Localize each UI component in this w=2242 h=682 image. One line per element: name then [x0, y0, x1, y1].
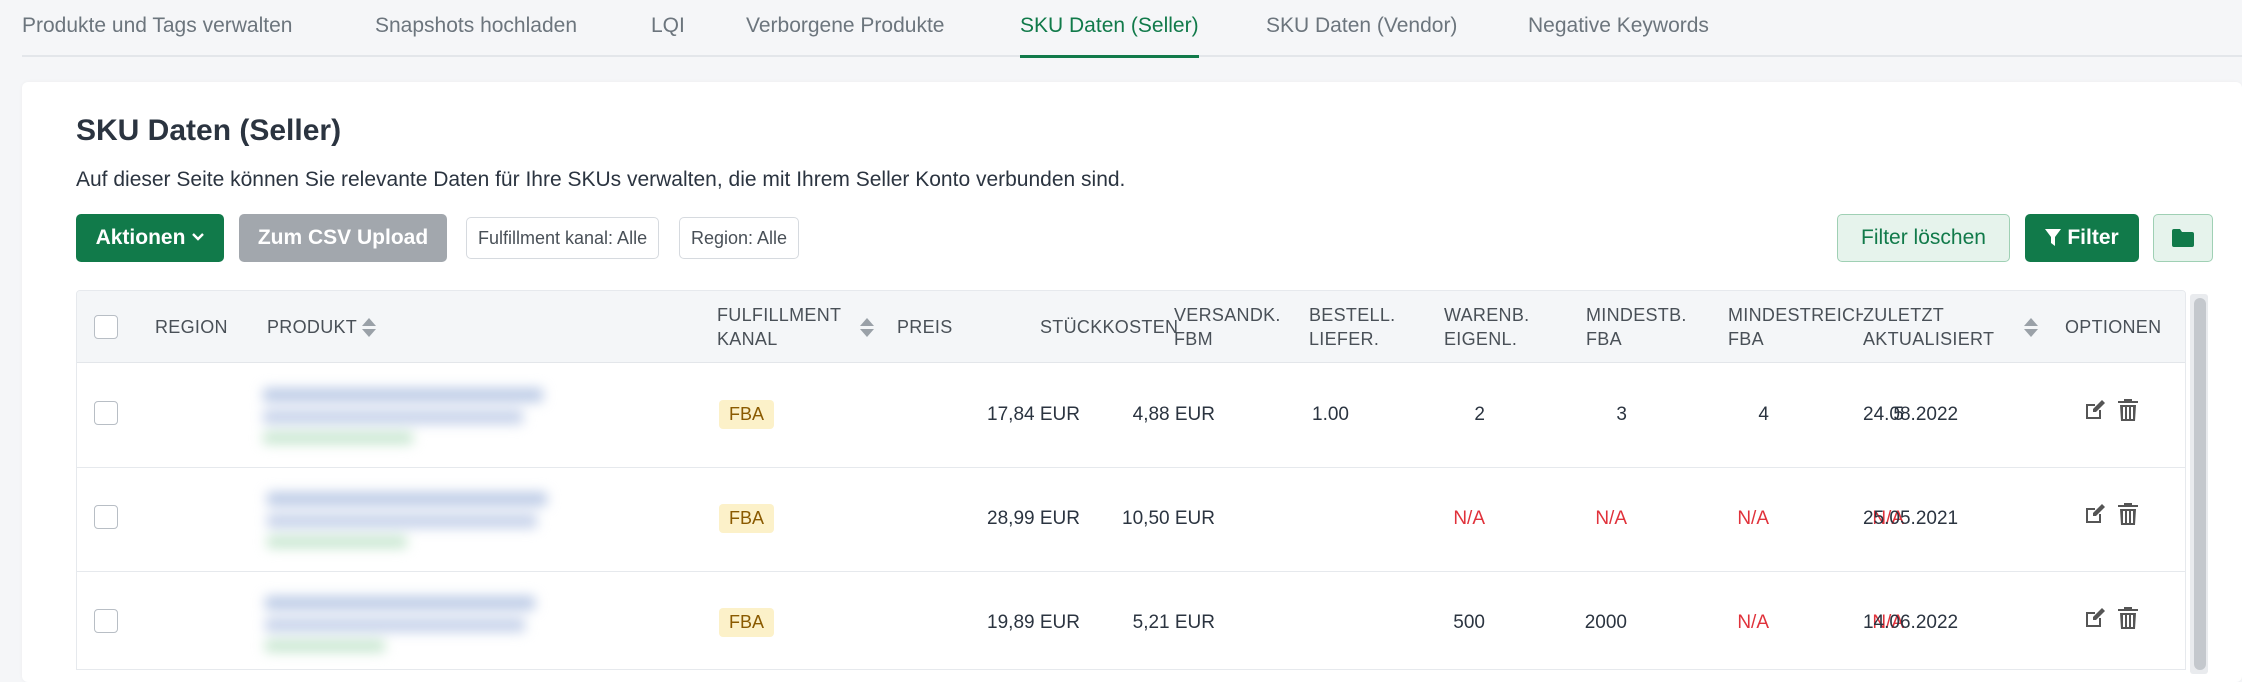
- shipping-fbm-value: 1.00: [1312, 404, 1349, 425]
- column-header-warenb: WARENB. EIGENL.: [1444, 303, 1529, 351]
- unit-cost-value: 10,50 EUR: [1122, 508, 1215, 529]
- fulfillment-badge: FBA: [719, 608, 775, 637]
- unit-cost-value: 4,88 EUR: [1132, 404, 1215, 425]
- trash-icon[interactable]: [2117, 502, 2143, 530]
- select-all-checkbox[interactable]: [94, 315, 118, 339]
- folder-button[interactable]: [2153, 214, 2213, 262]
- column-header-versandk-line1: VERSANDK.: [1174, 305, 1281, 325]
- column-header-warenb-line2: EIGENL.: [1444, 329, 1518, 349]
- column-header-fulfillment-line2: KANAL: [717, 329, 778, 349]
- column-header-region: REGION: [155, 317, 228, 337]
- min-stock-fba-value: N/A: [1737, 508, 1769, 529]
- tab-lqi[interactable]: LQI: [651, 14, 685, 38]
- product-thumbnail-blurred[interactable]: [257, 378, 557, 454]
- table-row: FBA 17,84 EUR 4,88 EUR 1.00 2 3 4 5 24.0…: [77, 364, 2185, 468]
- column-header-fulfillment-line1: FULFILLMENT: [717, 305, 842, 325]
- edit-icon[interactable]: [2083, 398, 2109, 426]
- column-header-bestell-line1: BESTELL.: [1309, 305, 1396, 325]
- csv-upload-button[interactable]: Zum CSV Upload: [239, 214, 447, 262]
- last-updated-value: 14.06.2022: [1863, 612, 1959, 633]
- column-header-zuletzt[interactable]: ZULETZT AKTUALISIERT: [1863, 303, 1995, 351]
- own-stock-value: N/A: [1595, 508, 1627, 529]
- row-checkbox[interactable]: [94, 505, 118, 529]
- column-header-produkt[interactable]: PRODUKT: [267, 315, 357, 339]
- trash-icon[interactable]: [2117, 606, 2143, 634]
- column-header-mindestb-line1: MINDESTB.: [1586, 305, 1687, 325]
- fulfillment-badge: FBA: [719, 504, 775, 533]
- column-header-versandk-line2: FBM: [1174, 329, 1213, 349]
- column-header-warenb-line1: WARENB.: [1444, 305, 1530, 325]
- filter-button-label: Filter: [2067, 226, 2119, 249]
- sort-icon[interactable]: [361, 317, 376, 339]
- column-header-zuletzt-line2: AKTUALISIERT: [1863, 329, 1995, 349]
- column-header-zuletzt-line1: ZULETZT: [1863, 305, 1945, 325]
- trash-icon[interactable]: [2117, 398, 2143, 426]
- scrollbar-thumb[interactable]: [2194, 298, 2206, 670]
- sort-icon[interactable]: [2023, 317, 2038, 339]
- order-delivery-value: 500: [1453, 612, 1485, 633]
- column-header-preis: PREIS: [897, 317, 953, 337]
- fulfillment-badge: FBA: [719, 400, 775, 429]
- column-header-mindestb: MINDESTB. FBA: [1586, 303, 1687, 351]
- folder-icon: [2172, 229, 2194, 247]
- column-header-bestell-line2: LIEFER.: [1309, 329, 1380, 349]
- column-header-mindestb-line2: FBA: [1586, 329, 1622, 349]
- row-checkbox[interactable]: [94, 609, 118, 633]
- page-description: Auf dieser Seite können Sie relevante Da…: [76, 168, 1126, 191]
- tab-snapshots-hochladen[interactable]: Snapshots hochladen: [375, 14, 577, 38]
- page-title: SKU Daten (Seller): [76, 114, 342, 147]
- tab-produkte-und-tags[interactable]: Produkte und Tags verwalten: [22, 14, 292, 38]
- column-header-bestell: BESTELL. LIEFER.: [1309, 303, 1395, 351]
- column-header-stueckkosten: STÜCKKOSTEN: [1040, 317, 1179, 337]
- own-stock-value: 3: [1616, 404, 1627, 425]
- column-header-fulfillment[interactable]: FULFILLMENT KANAL: [717, 303, 841, 351]
- actions-button[interactable]: Aktionen: [76, 214, 224, 262]
- tab-negative-keywords[interactable]: Negative Keywords: [1528, 14, 1709, 38]
- table-header: REGION PRODUKT FULFILLMENT KANAL PREIS S…: [77, 291, 2185, 363]
- min-stock-fba-value: 4: [1758, 404, 1769, 425]
- actions-button-label: Aktionen: [95, 226, 186, 249]
- column-header-versandk: VERSANDK. FBM: [1174, 303, 1281, 351]
- csv-upload-button-label: Zum CSV Upload: [257, 226, 429, 249]
- filter-button[interactable]: Filter: [2025, 214, 2139, 262]
- last-updated-value: 25.05.2021: [1863, 508, 1959, 529]
- sort-icon[interactable]: [859, 317, 874, 339]
- edit-icon[interactable]: [2083, 502, 2109, 530]
- own-stock-value: 2000: [1584, 612, 1627, 633]
- edit-icon[interactable]: [2083, 606, 2109, 634]
- clear-filter-button[interactable]: Filter löschen: [1837, 214, 2010, 262]
- chevron-down-icon: [192, 229, 205, 245]
- product-thumbnail-blurred[interactable]: [257, 586, 557, 662]
- table-row: FBA 28,99 EUR 10,50 EUR N/A N/A N/A N/A …: [77, 468, 2185, 572]
- tab-sku-daten-vendor[interactable]: SKU Daten (Vendor): [1266, 14, 1457, 38]
- unit-cost-value: 5,21 EUR: [1132, 612, 1215, 633]
- product-thumbnail-blurred[interactable]: [257, 482, 557, 558]
- price-value: 28,99 EUR: [987, 508, 1080, 529]
- tab-bar: Produkte und Tags verwalten Snapshots ho…: [22, 0, 2242, 58]
- sku-table: REGION PRODUKT FULFILLMENT KANAL PREIS S…: [76, 290, 2186, 670]
- price-value: 17,84 EUR: [987, 404, 1080, 425]
- price-value: 19,89 EUR: [987, 612, 1080, 633]
- min-stock-fba-value: N/A: [1737, 612, 1769, 633]
- order-delivery-value: 2: [1474, 404, 1485, 425]
- tab-verborgene-produkte[interactable]: Verborgene Produkte: [746, 14, 944, 38]
- column-header-optionen: OPTIONEN: [2065, 317, 2162, 337]
- last-updated-value: 24.08.2022: [1863, 404, 1959, 425]
- filter-icon: [2045, 229, 2062, 247]
- order-delivery-value: N/A: [1453, 508, 1485, 529]
- region-filter-chip[interactable]: Region: Alle: [679, 217, 800, 259]
- row-checkbox[interactable]: [94, 401, 118, 425]
- table-row: FBA 19,89 EUR 5,21 EUR 500 2000 N/A N/A …: [77, 572, 2185, 669]
- tab-sku-daten-seller[interactable]: SKU Daten (Seller): [1020, 14, 1199, 58]
- fulfillment-filter-chip[interactable]: Fulfillment kanal: Alle: [466, 217, 660, 259]
- clear-filter-button-label: Filter löschen: [1861, 226, 1986, 249]
